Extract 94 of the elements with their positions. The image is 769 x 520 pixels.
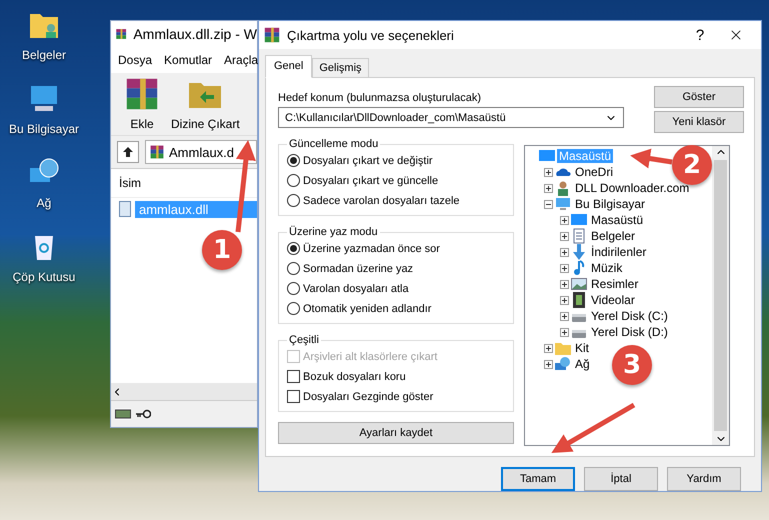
person-icon xyxy=(555,180,571,196)
option-label: Varolan dosyaları atla xyxy=(303,282,409,294)
group-title: Güncelleme modu xyxy=(288,138,380,150)
film-icon xyxy=(571,292,587,308)
expand-icon[interactable] xyxy=(560,312,569,320)
computer-icon xyxy=(555,196,571,212)
horizontal-scrollbar[interactable] xyxy=(111,383,257,400)
toolbar-button[interactable]: Dizine Çıkart xyxy=(169,75,242,131)
tree-item[interactable]: Müzik xyxy=(589,261,624,275)
radio-button[interactable] xyxy=(287,282,300,295)
desktop-icon-label[interactable]: Bu Bilgisayar xyxy=(8,122,80,136)
desktop-icon-label[interactable]: Belgeler xyxy=(22,48,66,62)
expand-icon[interactable] xyxy=(560,232,569,240)
destination-text: C:\Kullanıcılar\DllDownloader_com\Masaüstü xyxy=(285,112,506,124)
vertical-scrollbar[interactable] xyxy=(712,146,729,445)
books-stack-icon xyxy=(149,144,165,160)
folder-icon xyxy=(555,340,571,356)
network-globe-icon xyxy=(555,356,571,372)
tree-item[interactable]: İndirilenler xyxy=(589,245,648,259)
option-label: Dosyaları çıkart ve güncelle xyxy=(303,174,438,186)
tree-item[interactable]: Masaüstü xyxy=(589,213,646,227)
option-label: Üzerine yazmadan önce sor xyxy=(303,242,440,254)
dialog-title: Çıkartma yolu ve seçenekleri xyxy=(287,28,455,42)
option-label: Dosyaları Gezginde göster xyxy=(303,390,434,402)
expand-icon[interactable] xyxy=(560,296,569,304)
option-label: Otomatik yeniden adlandır xyxy=(303,302,432,314)
tree-item[interactable]: Yerel Disk (D:) xyxy=(589,325,670,339)
group-title: Çeşitli xyxy=(288,334,320,346)
radio-button[interactable] xyxy=(287,194,300,207)
tree-item[interactable]: Bu Bilgisayar xyxy=(573,197,648,211)
dialog-button[interactable]: Tamam xyxy=(501,467,575,491)
help-button[interactable]: ? xyxy=(685,26,715,44)
tree-item[interactable]: OneDri xyxy=(573,165,616,179)
side-button[interactable]: Yeni klasör xyxy=(654,111,744,133)
expand-icon[interactable] xyxy=(560,328,569,336)
toolbar-button[interactable]: Ekle xyxy=(121,75,163,131)
dialog-button[interactable]: Yardım xyxy=(667,467,741,491)
field-label: Hedef konum (bulunmazsa oluşturulacak) xyxy=(278,92,482,104)
option-label: Dosyaları çıkart ve değiştir xyxy=(303,154,433,166)
save-settings-button[interactable]: Ayarları kaydet xyxy=(278,422,514,444)
dialog-button[interactable]: İptal xyxy=(584,467,658,491)
document-icon xyxy=(571,228,587,244)
drive-icon xyxy=(115,408,131,420)
column-header[interactable]: İsim xyxy=(111,169,257,198)
checkbox[interactable] xyxy=(287,390,300,403)
tab[interactable]: Gelişmiş xyxy=(312,58,369,78)
key-icon xyxy=(135,409,151,419)
radio-button[interactable] xyxy=(287,154,300,167)
books-stack-icon xyxy=(263,26,281,44)
up-folder-button[interactable] xyxy=(117,141,139,163)
tree-item[interactable]: Ağ xyxy=(573,357,592,371)
pointer-arrow xyxy=(630,148,672,168)
picture-icon xyxy=(571,276,587,292)
checkbox[interactable] xyxy=(287,370,300,383)
music-note-icon xyxy=(571,260,587,276)
radio-button[interactable] xyxy=(287,174,300,187)
tree-item[interactable]: Belgeler xyxy=(589,229,638,243)
tab[interactable]: Genel xyxy=(265,55,312,78)
radio-button[interactable] xyxy=(287,302,300,315)
group-title: Üzerine yaz modu xyxy=(288,226,379,238)
expand-icon[interactable] xyxy=(560,280,569,288)
expand-icon[interactable] xyxy=(560,264,569,272)
monitor-icon xyxy=(571,212,587,228)
tree-item[interactable]: Yerel Disk (C:) xyxy=(589,309,670,323)
expand-icon[interactable] xyxy=(544,184,553,192)
expand-icon[interactable] xyxy=(544,344,553,352)
tree-item[interactable]: Videolar xyxy=(589,293,637,307)
collapse-icon[interactable] xyxy=(544,200,553,208)
expand-icon[interactable] xyxy=(560,216,569,224)
path-text: Ammlaux.d xyxy=(169,144,234,160)
radio-button[interactable] xyxy=(287,262,300,275)
expand-icon[interactable] xyxy=(560,248,569,256)
destination-combo[interactable]: C:\Kullanıcılar\DllDownloader_com\Masaüstü xyxy=(278,107,624,128)
expand-icon[interactable] xyxy=(544,168,553,176)
tree-item[interactable]: Resimler xyxy=(589,277,640,291)
menu-item[interactable]: Araçla xyxy=(224,53,258,67)
tree-item[interactable]: Kit xyxy=(573,341,592,355)
up-arrow-icon xyxy=(122,146,134,158)
side-button[interactable]: Göster xyxy=(654,86,744,108)
desktop-icon-label[interactable]: Çöp Kutusu xyxy=(12,270,76,284)
menu-item[interactable]: Komutlar xyxy=(164,53,212,67)
radio-button[interactable] xyxy=(287,242,300,255)
desktop-icon-label[interactable]: Ağ xyxy=(36,196,52,210)
option-label: Bozuk dosyaları koru xyxy=(303,370,406,382)
option-label: Arşivleri alt klasörlere çıkart xyxy=(303,350,438,362)
path-field[interactable]: Ammlaux.d xyxy=(145,140,257,164)
option-label: Sadece varolan dosyaları tazele xyxy=(303,194,460,206)
down-arrow-icon xyxy=(571,244,587,260)
window-title: Ammlaux.dll.zip - W xyxy=(133,26,257,42)
option-label: Sormadan üzerine yaz xyxy=(303,262,414,274)
file-icon xyxy=(119,201,131,217)
expand-icon[interactable] xyxy=(544,360,553,368)
menu-item[interactable]: Dosya xyxy=(118,53,152,67)
monitor-icon xyxy=(539,148,555,164)
